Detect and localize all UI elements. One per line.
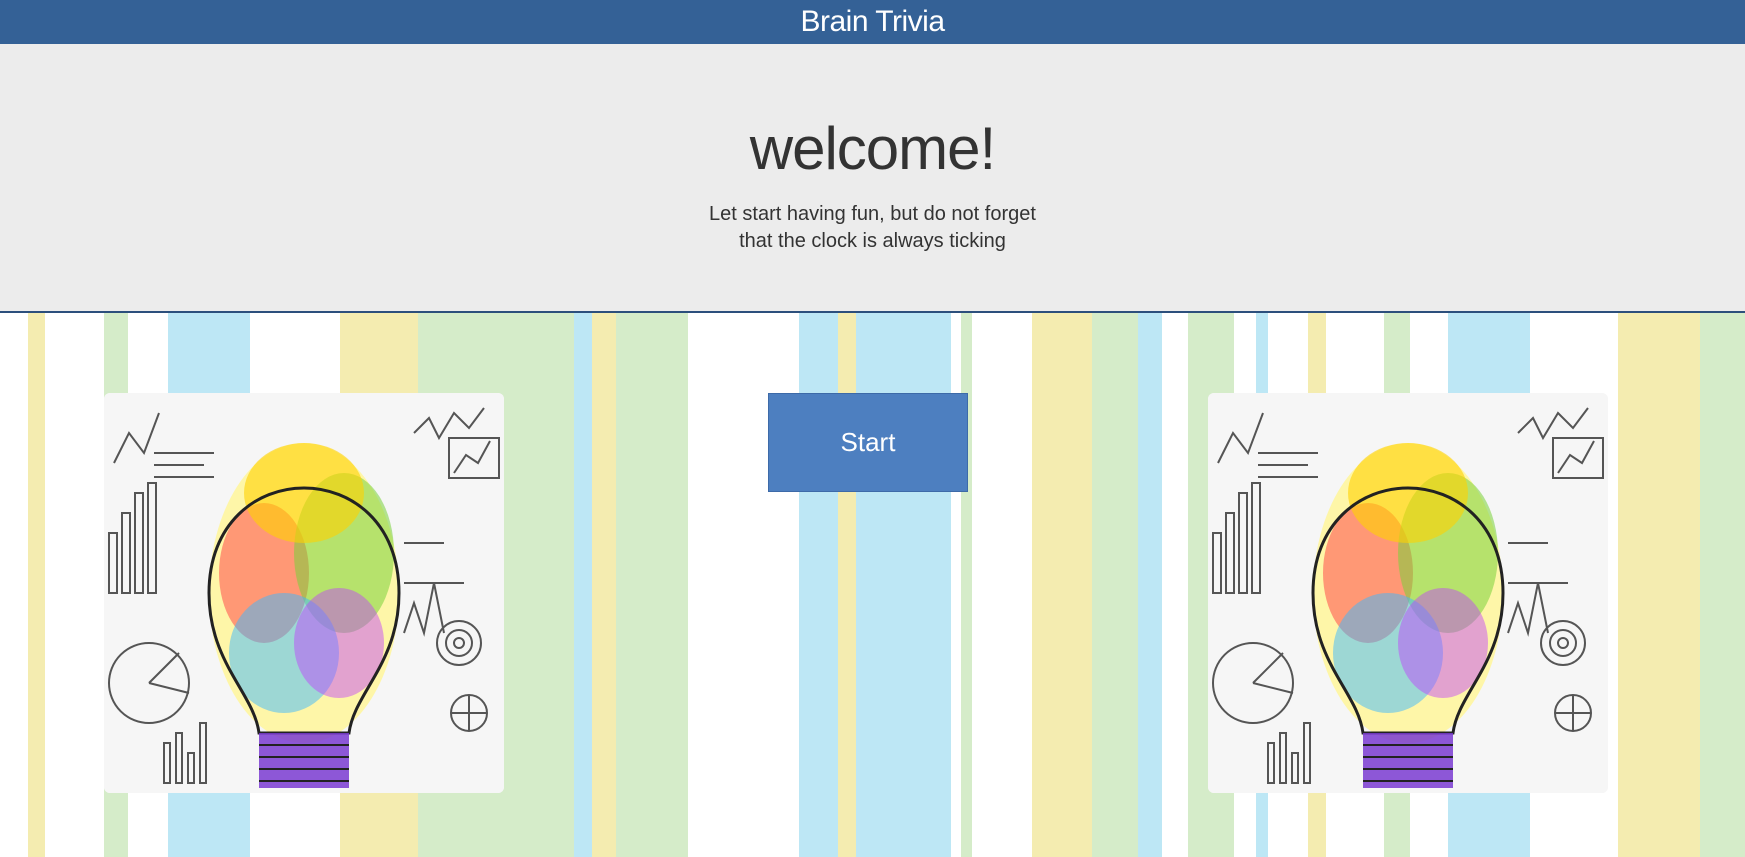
welcome-hero: welcome! Let start having fun, but do no… (0, 44, 1745, 313)
app-title: Brain Trivia (800, 5, 945, 38)
lightbulb-illustration-right (1208, 393, 1608, 793)
start-button[interactable]: Start (768, 393, 968, 492)
app-header: Brain Trivia (0, 0, 1745, 44)
welcome-message-line1: Let start having fun, but do not forget (709, 203, 1036, 225)
welcome-message-line2: that the clock is always ticking (739, 230, 1006, 252)
welcome-heading: welcome! (749, 115, 996, 182)
lightbulb-icon (104, 393, 504, 793)
lightbulb-icon (1208, 393, 1608, 793)
lightbulb-illustration-left (104, 393, 504, 793)
welcome-message: Let start having fun, but do not forget … (0, 201, 1745, 255)
